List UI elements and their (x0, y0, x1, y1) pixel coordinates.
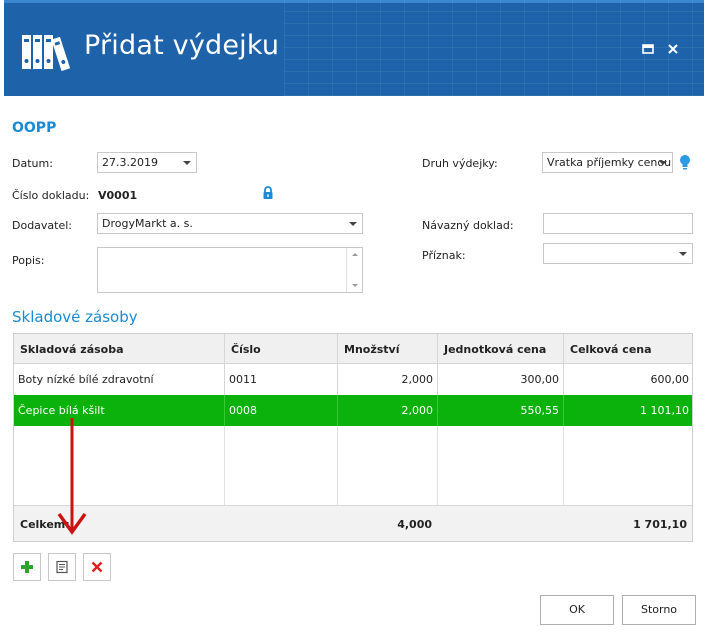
datum-field[interactable]: 27.3.2019 (97, 152, 197, 173)
window-header: Přidat výdejku (4, 0, 704, 96)
column-header-total[interactable]: Celková cena (564, 334, 693, 364)
popis-label: Popis: (12, 254, 45, 267)
footer-total: 1 701,10 (633, 518, 687, 531)
priznak-label: Příznak: (422, 249, 466, 262)
lock-icon[interactable] (262, 186, 274, 200)
cell-item: Boty nízké bílé zdravotní (14, 364, 225, 395)
ok-button[interactable]: OK (540, 595, 614, 625)
chevron-down-icon[interactable] (659, 161, 667, 165)
footer-label: Celkem: (20, 518, 70, 531)
document-edit-icon (56, 560, 68, 574)
cell-number: 0008 (225, 395, 338, 426)
priznak-field[interactable] (543, 243, 693, 264)
scroll-up-icon[interactable] (352, 253, 358, 256)
binders-icon (22, 35, 71, 71)
column-divider (437, 426, 438, 506)
popis-scrollbar[interactable] (346, 248, 362, 292)
cell-item: Čepice bílá kšilt (14, 395, 225, 426)
cislo-value: V0001 (98, 189, 138, 202)
column-divider (563, 426, 564, 506)
cell-unit-price: 300,00 (438, 364, 564, 395)
chevron-down-icon[interactable] (679, 252, 687, 256)
druh-field[interactable]: Vratka příjemky cenou (542, 152, 673, 173)
cell-total: 1 101,10 (640, 404, 689, 417)
cancel-button[interactable]: Storno (622, 595, 696, 625)
lightbulb-icon[interactable] (679, 154, 691, 171)
add-row-button[interactable] (13, 553, 41, 581)
column-divider (337, 426, 338, 506)
grid-header: Skladová zásoba Číslo Množství Jednotkov… (14, 334, 692, 364)
cell-qty: 2,000 (338, 364, 438, 395)
navazny-field[interactable] (543, 213, 693, 234)
popis-textarea[interactable] (97, 247, 363, 293)
column-header-number[interactable]: Číslo (225, 334, 338, 364)
dodavatel-field[interactable]: DrogyMarkt a. s. (97, 213, 363, 234)
delete-row-button[interactable] (83, 553, 111, 581)
section-title: OOPP (12, 120, 57, 136)
stock-section-title: Skladové zásoby (12, 308, 138, 326)
maximize-icon[interactable] (641, 42, 655, 56)
stock-grid: Skladová zásoba Číslo Množství Jednotkov… (13, 333, 693, 542)
cell-number: 0011 (225, 364, 338, 395)
column-header-qty[interactable]: Množství (338, 334, 438, 364)
navazny-label: Návazný doklad: (422, 219, 514, 232)
column-header-unit-price[interactable]: Jednotková cena (438, 334, 564, 364)
window-title: Přidat výdejku (84, 30, 280, 61)
chevron-down-icon[interactable] (349, 222, 357, 226)
chevron-down-icon[interactable] (183, 161, 191, 165)
table-row-selected[interactable]: Čepice bílá kšilt 0008 2,000 550,55 1 10… (14, 395, 692, 426)
column-header-item[interactable]: Skladová zásoba (14, 334, 225, 364)
dodavatel-label: Dodavatel: (12, 219, 73, 232)
annotation-arrow-icon (57, 418, 87, 535)
close-icon[interactable] (666, 42, 680, 56)
edit-row-button[interactable] (48, 553, 76, 581)
scroll-down-icon[interactable] (352, 284, 358, 287)
druh-value: Vratka příjemky cenou (547, 156, 672, 169)
druh-label: Druh výdejky: (422, 157, 498, 170)
delete-x-icon (91, 561, 103, 573)
cell-total: 600,00 (650, 373, 690, 386)
dodavatel-value: DrogyMarkt a. s. (102, 217, 193, 230)
grid-footer: Celkem: 4,000 1 701,10 (14, 505, 692, 541)
cislo-label: Číslo dokladu: (12, 189, 90, 202)
table-row[interactable]: Boty nízké bílé zdravotní 0011 2,000 300… (14, 364, 692, 395)
plus-icon (21, 561, 33, 573)
cell-unit-price: 550,55 (438, 395, 564, 426)
datum-label: Datum: (12, 157, 53, 170)
footer-qty: 4,000 (397, 518, 432, 531)
datum-value: 27.3.2019 (102, 156, 158, 169)
column-divider (224, 426, 225, 506)
cell-qty: 2,000 (338, 395, 438, 426)
